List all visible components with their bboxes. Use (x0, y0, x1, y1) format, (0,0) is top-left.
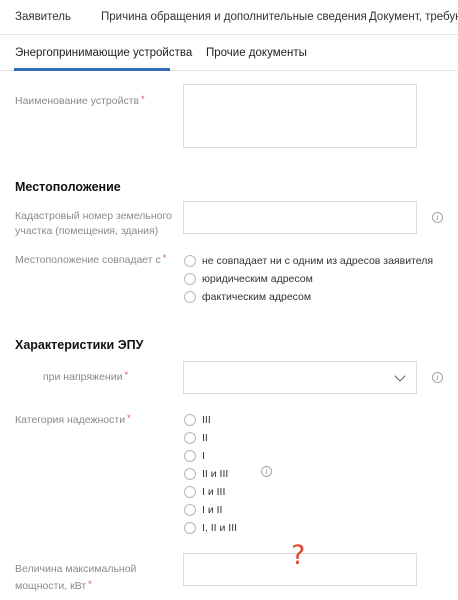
category-option-i[interactable]: I (184, 447, 237, 465)
voltage-select[interactable] (183, 361, 417, 394)
active-subtab-indicator (14, 68, 170, 71)
device-name-input[interactable] (183, 84, 417, 148)
location-option-legal[interactable]: юридическим адресом (184, 270, 433, 288)
location-option-none[interactable]: не совпадает ни с одним из адресов заяви… (184, 252, 433, 270)
cadastral-label: Кадастровый номер земельного участка (по… (15, 210, 172, 237)
subtab-power-devices[interactable]: Энергопринимающие устройства (15, 47, 192, 59)
required-mark: * (162, 253, 167, 263)
radio-button[interactable] (184, 450, 196, 462)
info-icon[interactable]: i (432, 212, 443, 223)
device-name-label: Наименование устройств * (15, 94, 145, 107)
top-tabs-divider (0, 34, 458, 35)
radio-button[interactable] (184, 291, 196, 303)
question-mark-annotation: ? (291, 540, 306, 571)
location-section-title: Местоположение (15, 180, 121, 194)
radio-button[interactable] (184, 255, 196, 267)
radio-button[interactable] (184, 522, 196, 534)
category-option-ii-and-iii[interactable]: II и III (184, 465, 237, 483)
category-label: Категория надежности * (15, 413, 131, 426)
radio-button[interactable] (184, 504, 196, 516)
radio-button[interactable] (184, 432, 196, 444)
location-option-actual[interactable]: фактическим адресом (184, 288, 433, 306)
tab-reason[interactable]: Причина обращения и дополнительные сведе… (101, 11, 367, 23)
voltage-label: при напряжении * (43, 370, 128, 383)
radio-button[interactable] (184, 414, 196, 426)
category-option-i-and-iii[interactable]: I и III (184, 483, 237, 501)
location-match-options: не совпадает ни с одним из адресов заяви… (184, 252, 433, 306)
info-icon[interactable]: i (432, 372, 443, 383)
max-power-label: Величина максимальной мощности, кВт * (15, 563, 137, 592)
required-mark: * (127, 413, 131, 423)
radio-button[interactable] (184, 468, 196, 480)
info-icon[interactable]: i (261, 466, 272, 477)
required-mark: * (124, 370, 128, 380)
required-mark: * (88, 579, 92, 589)
category-option-all[interactable]: I, II и III (184, 519, 237, 537)
required-mark: * (141, 94, 145, 104)
radio-button[interactable] (184, 273, 196, 285)
chevron-down-icon (394, 370, 406, 382)
tab-applicant[interactable]: Заявитель (15, 11, 71, 23)
epu-section-title: Характеристики ЭПУ (15, 338, 144, 352)
category-options: III II I II и III I и III I и II I, II и… (184, 411, 237, 537)
radio-button[interactable] (184, 486, 196, 498)
category-option-iii[interactable]: III (184, 411, 237, 429)
tab-document[interactable]: Документ, требующ (369, 11, 458, 23)
location-match-label: Местоположение совпадает с * (15, 253, 167, 266)
cadastral-number-input[interactable] (183, 201, 417, 234)
subtab-other-documents[interactable]: Прочие документы (206, 47, 307, 59)
category-option-ii[interactable]: II (184, 429, 237, 447)
category-option-i-and-ii[interactable]: I и II (184, 501, 237, 519)
